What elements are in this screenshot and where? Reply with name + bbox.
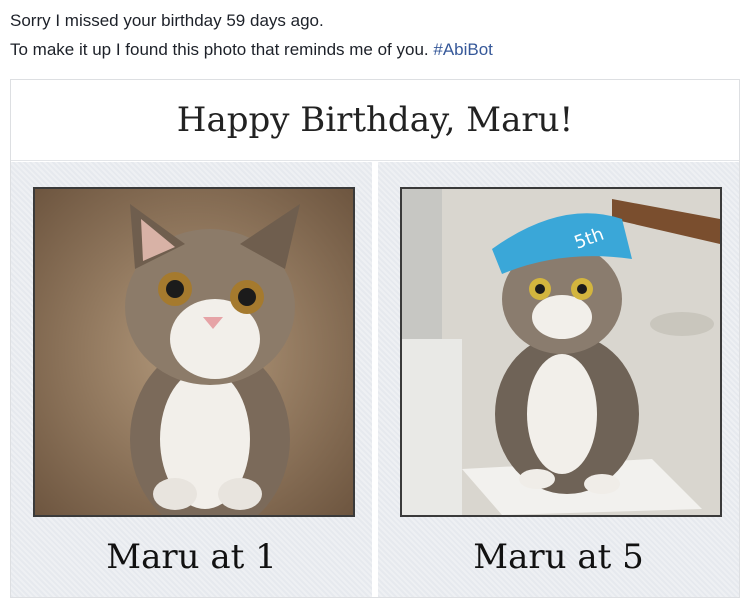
post-line-2-text: To make it up I found this photo that re… <box>10 40 429 59</box>
card-title: Happy Birthday, Maru! <box>11 80 739 161</box>
post-text: Sorry I missed your birthday 59 days ago… <box>10 6 742 64</box>
post-line-2: To make it up I found this photo that re… <box>10 35 742 64</box>
kitten-photo[interactable] <box>33 187 355 517</box>
hashtag-link[interactable]: #AbiBot <box>433 40 493 59</box>
shared-image-card[interactable]: Happy Birthday, Maru! Maru at 1 5th Maru… <box>10 79 740 598</box>
caption-left: Maru at 1 <box>106 537 277 577</box>
panel-right: 5th Maru at 5 <box>378 162 739 597</box>
panel-left: Maru at 1 <box>11 162 372 597</box>
cat-with-party-hat-photo[interactable]: 5th <box>400 187 722 517</box>
post-line-1: Sorry I missed your birthday 59 days ago… <box>10 11 324 30</box>
caption-right: Maru at 5 <box>473 537 644 577</box>
